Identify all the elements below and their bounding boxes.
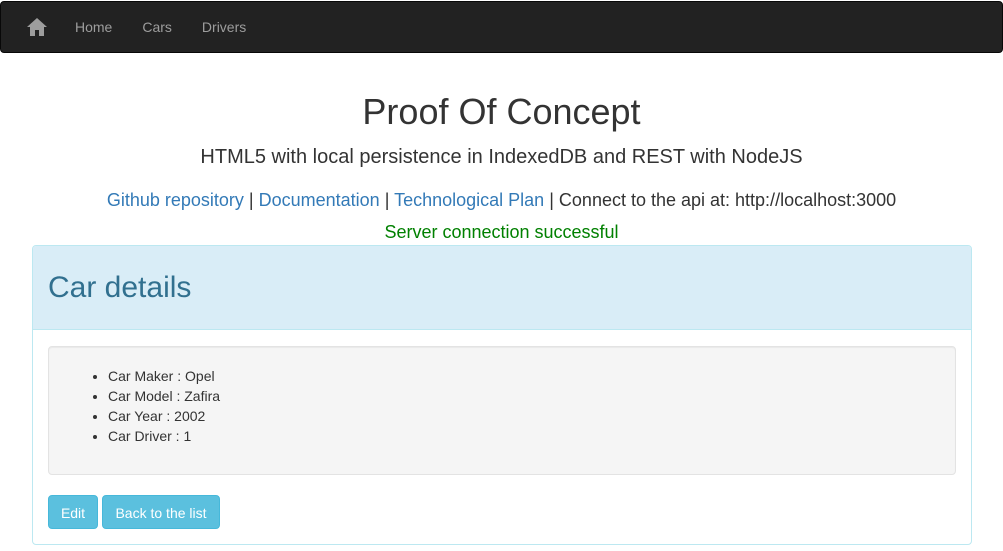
car-model-item: Car Model : Zafira [108, 386, 955, 406]
github-repository-link[interactable]: Github repository [107, 190, 244, 210]
car-details-list: Car Maker : Opel Car Model : Zafira Car … [49, 347, 955, 446]
car-year-item: Car Year : 2002 [108, 406, 955, 426]
panel-title: Car details [48, 270, 192, 304]
car-details-panel: Car details Car Maker : Opel Car Model :… [32, 245, 972, 545]
car-driver-item: Car Driver : 1 [108, 426, 955, 446]
nav-drivers-link[interactable]: Drivers [187, 2, 261, 52]
edit-button[interactable]: Edit [48, 495, 98, 529]
documentation-link[interactable]: Documentation [259, 190, 380, 210]
nav-cars-link[interactable]: Cars [127, 2, 187, 52]
car-details-well: Car Maker : Opel Car Model : Zafira Car … [48, 346, 956, 475]
home-icon[interactable] [1, 2, 73, 52]
server-status-message: Server connection successful [384, 222, 619, 242]
link-separator: | [384, 190, 390, 210]
resource-links: Github repository | Documentation | Tech… [0, 188, 1003, 212]
technological-plan-link[interactable]: Technological Plan [394, 190, 544, 210]
link-separator: | [549, 190, 554, 210]
page-title: Proof Of Concept [362, 91, 641, 132]
top-navbar: Home Cars Drivers [0, 1, 1003, 53]
back-to-list-button[interactable]: Back to the list [102, 495, 220, 529]
api-connection-text: Connect to the api at: http://localhost:… [558, 190, 897, 210]
panel-heading: Car details [33, 246, 971, 330]
link-separator: | [248, 190, 254, 210]
car-maker-item: Car Maker : Opel [108, 366, 955, 386]
nav-home-link[interactable]: Home [73, 2, 127, 52]
page-subtitle: HTML5 with local persistence in IndexedD… [200, 146, 803, 168]
